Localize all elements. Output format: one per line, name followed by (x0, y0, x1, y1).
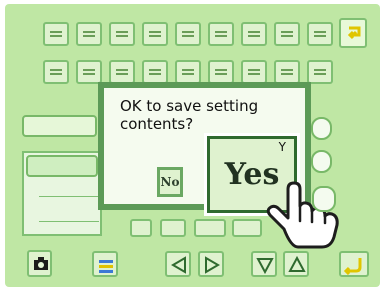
up-arrow-button[interactable] (283, 251, 309, 277)
bottom-left-button-2[interactable] (92, 251, 118, 277)
tile-17[interactable] (274, 60, 300, 84)
left-arrow-icon (171, 256, 186, 274)
tile-9[interactable] (307, 22, 333, 46)
left-option-3[interactable] (39, 209, 99, 222)
right-arrow-icon (205, 256, 220, 274)
tile-8[interactable] (274, 22, 300, 46)
machine-screen: OK to save setting contents? No Y Yes (0, 0, 385, 291)
left-option-list (22, 151, 102, 236)
down-arrow-icon (256, 258, 274, 275)
left-field-button[interactable] (22, 115, 97, 137)
lower-button-1[interactable] (130, 219, 152, 237)
tile-14[interactable] (175, 60, 201, 84)
dialog-message: OK to save setting contents? (120, 97, 259, 133)
bottom-left-button[interactable] (27, 250, 52, 277)
tile-2[interactable] (76, 22, 102, 46)
tile-10[interactable] (43, 60, 69, 84)
right-control-1[interactable] (311, 117, 332, 140)
tile-1[interactable] (43, 22, 69, 46)
stack-icon (99, 260, 113, 273)
tile-16[interactable] (241, 60, 267, 84)
left-option-1[interactable] (26, 155, 98, 177)
up-arrow-icon (288, 255, 306, 272)
tile-13[interactable] (142, 60, 168, 84)
right-control-2[interactable] (311, 150, 332, 173)
tile-4[interactable] (142, 22, 168, 46)
left-arrow-button[interactable] (165, 251, 191, 277)
left-option-2[interactable] (39, 184, 99, 197)
yellow-return-icon (347, 26, 361, 40)
lower-button-2[interactable] (160, 219, 186, 237)
tile-18[interactable] (307, 60, 333, 84)
tile-3[interactable] (109, 22, 135, 46)
tile-7[interactable] (241, 22, 267, 46)
right-control-3[interactable] (312, 186, 336, 212)
bottom-right-button[interactable] (339, 251, 369, 277)
right-arrow-button[interactable] (198, 251, 224, 277)
tile-11[interactable] (76, 60, 102, 84)
tile-15[interactable] (208, 60, 234, 84)
lower-button-4[interactable] (232, 219, 262, 237)
back-arrow-button[interactable] (339, 18, 367, 48)
yellow-enter-icon (343, 258, 362, 275)
yes-hint-label: Y (278, 140, 286, 154)
down-arrow-button[interactable] (251, 251, 277, 277)
tile-5[interactable] (175, 22, 201, 46)
tile-12[interactable] (109, 60, 135, 84)
no-button[interactable]: No (157, 167, 183, 197)
tile-6[interactable] (208, 22, 234, 46)
camera-icon (34, 257, 48, 270)
lower-button-3[interactable] (194, 219, 226, 237)
